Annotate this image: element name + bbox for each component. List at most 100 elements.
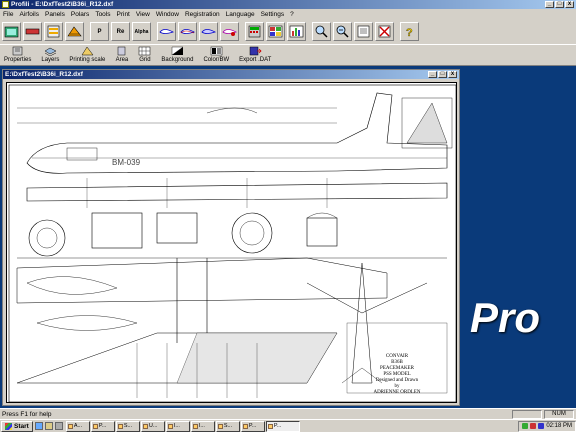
export-dat-label: Export .DAT <box>239 57 272 63</box>
chart-button[interactable] <box>287 22 306 41</box>
doc-minimize-button[interactable]: _ <box>428 71 437 78</box>
mdi-area: E:\DxfTest2\B36i_R12.dxf _ □ x BM-039 CO… <box>0 66 576 408</box>
properties-button[interactable]: Properties <box>4 45 31 63</box>
menu-window[interactable]: Window <box>156 11 179 18</box>
task-item[interactable]: P... <box>240 420 265 432</box>
foil3-button[interactable] <box>199 22 218 41</box>
zoom-out-button[interactable] <box>333 22 352 41</box>
task-list: A... P... S... U... I... I... S... P... … <box>65 420 519 432</box>
close-button[interactable]: x <box>565 1 574 8</box>
grid-icon <box>139 46 151 56</box>
re-button[interactable]: Re <box>111 22 130 41</box>
tail-number-text: BM-039 <box>112 158 141 167</box>
color-bw-button[interactable]: Color/BW <box>203 45 229 63</box>
save-button[interactable] <box>23 22 42 41</box>
menu-view[interactable]: View <box>136 11 150 18</box>
layers-button[interactable]: Layers <box>41 45 59 63</box>
printing-scale-button[interactable]: Printing scale <box>69 45 105 63</box>
menu-airfoils[interactable]: Airfoils <box>19 11 39 18</box>
quicklaunch-desktop-icon[interactable] <box>54 422 63 430</box>
printing-scale-label: Printing scale <box>69 57 106 63</box>
area-button[interactable]: Area <box>115 45 128 63</box>
open-button[interactable] <box>2 22 21 41</box>
alpha-button[interactable]: Alpha <box>132 22 151 41</box>
title-line-1: CONVAIR <box>386 354 409 359</box>
rib-icon <box>67 26 82 37</box>
quicklaunch-ie-icon[interactable] <box>34 422 43 430</box>
menu-file[interactable]: File <box>3 11 13 18</box>
area-icon <box>118 46 126 56</box>
windows-logo-icon <box>5 422 12 430</box>
task-item[interactable]: P... <box>90 420 115 432</box>
grid-button[interactable]: Grid <box>138 45 151 63</box>
menu-settings[interactable]: Settings <box>261 11 285 18</box>
menu-help[interactable]: ? <box>290 11 294 18</box>
task-item[interactable]: S... <box>215 420 240 432</box>
aircraft-plan-drawing: BM-039 CONVAIR B36B PEACEMAKER PSS MODEL… <box>8 84 456 402</box>
layers-icon <box>44 47 57 56</box>
pro-edition-label: Pro <box>470 294 541 341</box>
page-button[interactable] <box>354 22 373 41</box>
background-icon <box>171 46 184 56</box>
title-line-7: ADRIENNE ORDLEN <box>373 390 420 395</box>
menu-language[interactable]: Language <box>226 11 255 18</box>
drawing-toolbar: Properties Layers Printing scale Area Gr… <box>0 44 576 66</box>
quicklaunch-folder-icon[interactable] <box>44 422 53 430</box>
title-line-6: by <box>395 384 401 389</box>
task-item[interactable]: U... <box>140 420 165 432</box>
menu-polars[interactable]: Polars <box>71 11 89 18</box>
foil4-button[interactable] <box>220 22 239 41</box>
re-icon: Re <box>116 28 125 35</box>
db-button[interactable] <box>266 22 285 41</box>
doc-maximize-button[interactable]: □ <box>438 71 447 78</box>
zoom-in-button[interactable] <box>312 22 331 41</box>
menu-tools[interactable]: Tools <box>95 11 110 18</box>
foil2-button[interactable] <box>178 22 197 41</box>
foil2-icon <box>180 29 195 34</box>
maximize-button[interactable]: □ <box>555 1 564 8</box>
num-lock-indicator: NUM <box>544 409 574 419</box>
doc-close-button[interactable]: x <box>448 71 457 78</box>
background-button[interactable]: Background <box>161 45 193 63</box>
menu-print[interactable]: Print <box>117 11 130 18</box>
status-bar: Press F1 for help NUM <box>0 408 576 419</box>
chart-icon <box>289 25 304 38</box>
zoom-out-icon <box>336 25 349 38</box>
tray-antivirus-icon[interactable] <box>530 423 537 429</box>
properties-label: Properties <box>4 57 32 63</box>
panel-icon <box>47 25 60 38</box>
menu-panels[interactable]: Panels <box>45 11 65 18</box>
tray-network-icon[interactable] <box>522 423 529 429</box>
export-dat-button[interactable]: Export .DAT <box>239 45 271 63</box>
app-title-bar: Profili - E:\DxfTest2\B36i_R12.dxf _ □ x <box>0 0 576 9</box>
page-icon <box>357 25 370 38</box>
svg-text:?: ? <box>406 27 413 38</box>
rib-button[interactable] <box>65 22 84 41</box>
close-doc-icon <box>378 25 391 38</box>
title-line-5: Designed and Drawn <box>376 378 419 383</box>
printing-scale-icon <box>81 46 94 56</box>
drawing-canvas[interactable]: BM-039 CONVAIR B36B PEACEMAKER PSS MODEL… <box>6 82 457 403</box>
menu-registration[interactable]: Registration <box>185 11 220 18</box>
p-button[interactable]: P <box>90 22 109 41</box>
app-title: Profili - E:\DxfTest2\B36i_R12.dxf <box>11 1 114 8</box>
system-tray: 02:18 PM <box>518 420 576 432</box>
task-item-active[interactable]: P... <box>265 420 300 432</box>
close-doc-button[interactable] <box>375 22 394 41</box>
task-item[interactable]: S... <box>115 420 140 432</box>
task-item[interactable]: I... <box>190 420 215 432</box>
start-label: Start <box>14 422 29 430</box>
db-icon <box>268 25 283 38</box>
color-bw-icon <box>210 46 223 56</box>
start-button[interactable]: Start <box>1 420 33 432</box>
calc-button[interactable] <box>245 22 264 41</box>
color-bw-label: Color/BW <box>203 57 230 63</box>
foil-button[interactable] <box>157 22 176 41</box>
help-button[interactable]: ? <box>400 22 419 41</box>
task-item[interactable]: I... <box>165 420 190 432</box>
document-window: E:\DxfTest2\B36i_R12.dxf _ □ x BM-039 CO… <box>2 69 460 406</box>
panel-button[interactable] <box>44 22 63 41</box>
minimize-button[interactable]: _ <box>545 1 554 8</box>
tray-volume-icon[interactable] <box>538 423 545 429</box>
task-item[interactable]: A... <box>65 420 90 432</box>
